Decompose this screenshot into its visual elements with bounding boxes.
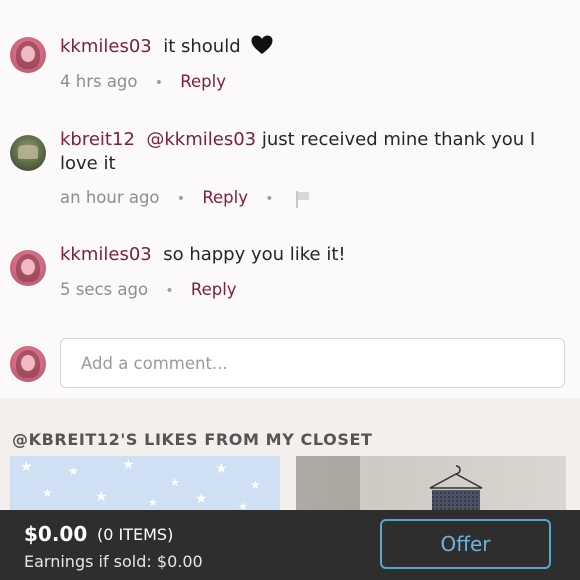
comment-username[interactable]: kkmiles03 bbox=[60, 36, 152, 57]
star-decoration: ★ bbox=[195, 491, 208, 507]
star-decoration: ★ bbox=[42, 486, 53, 500]
reply-link[interactable]: Reply bbox=[191, 280, 237, 299]
star-decoration: ★ bbox=[215, 461, 228, 477]
comment-meta: 4 hrs ago • Reply bbox=[60, 72, 226, 91]
comment-line: kkmiles03 so happy you like it! bbox=[60, 243, 560, 267]
separator-dot: • bbox=[176, 191, 186, 207]
add-comment-input[interactable] bbox=[60, 338, 565, 388]
comment-line: kkmiles03 it should bbox=[60, 33, 560, 59]
comment-line: kbreit12 @kkmiles03 just received mine t… bbox=[60, 128, 560, 176]
cart-total-price: $0.00 bbox=[24, 522, 88, 546]
likes-section-title: @KBREIT12'S LIKES FROM MY CLOSET bbox=[12, 430, 373, 449]
offer-button[interactable]: Offer bbox=[380, 519, 551, 569]
avatar-face bbox=[21, 259, 35, 275]
black-heart-icon bbox=[251, 35, 273, 54]
avatar-face bbox=[21, 46, 35, 62]
comment-meta: 5 secs ago • Reply bbox=[60, 280, 237, 299]
star-decoration: ★ bbox=[122, 457, 135, 473]
comment-time: an hour ago bbox=[60, 188, 160, 207]
avatar-image bbox=[18, 145, 38, 159]
comment-username[interactable]: kkmiles03 bbox=[60, 244, 152, 265]
comment-mention[interactable]: @kkmiles03 bbox=[146, 129, 256, 150]
comment-time: 4 hrs ago bbox=[60, 72, 138, 91]
reply-link[interactable]: Reply bbox=[202, 188, 248, 207]
star-decoration: ★ bbox=[20, 459, 33, 475]
separator-dot: • bbox=[265, 191, 274, 207]
current-user-avatar bbox=[10, 346, 46, 382]
comment-time: 5 secs ago bbox=[60, 280, 149, 299]
cart-item-count: (0 ITEMS) bbox=[97, 525, 174, 544]
avatar[interactable] bbox=[10, 135, 46, 171]
star-decoration: ★ bbox=[170, 476, 180, 489]
star-decoration: ★ bbox=[68, 464, 79, 478]
comment-username[interactable]: kbreit12 bbox=[60, 129, 135, 150]
avatar-face bbox=[21, 355, 35, 371]
comment-text: so happy you like it! bbox=[163, 244, 346, 265]
separator-dot: • bbox=[165, 283, 174, 299]
star-decoration: ★ bbox=[250, 478, 261, 492]
avatar[interactable] bbox=[10, 37, 46, 73]
flag-cloth bbox=[297, 191, 309, 200]
reply-link[interactable]: Reply bbox=[180, 72, 226, 91]
comment-text: it should bbox=[163, 36, 241, 57]
flag-icon[interactable] bbox=[293, 190, 311, 208]
earnings-text: Earnings if sold: $0.00 bbox=[24, 552, 203, 571]
star-decoration: ★ bbox=[148, 496, 158, 509]
avatar[interactable] bbox=[10, 250, 46, 286]
comment-meta: an hour ago • Reply • bbox=[60, 188, 311, 208]
star-decoration: ★ bbox=[95, 489, 108, 505]
separator-dot: • bbox=[154, 75, 164, 91]
